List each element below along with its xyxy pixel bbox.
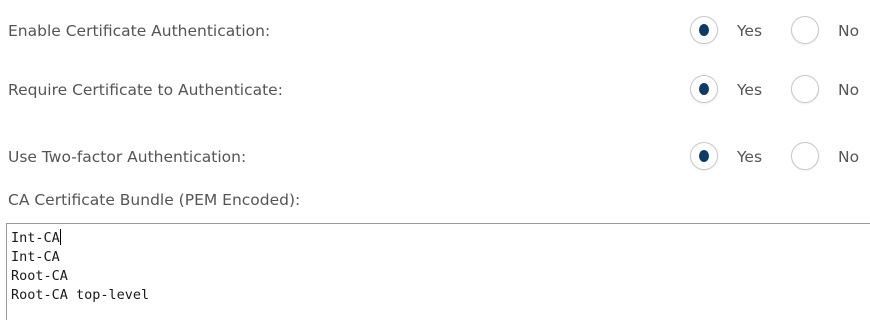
require-cert-no-radio[interactable]: [791, 75, 819, 103]
ca-bundle-label: CA Certificate Bundle (PEM Encoded):: [8, 191, 301, 209]
enable-cert-auth-no-label[interactable]: No: [838, 22, 859, 40]
ca-bundle-line-text: Int-CA: [11, 230, 60, 246]
require-cert-yes-label[interactable]: Yes: [737, 81, 762, 99]
radio-selected-dot: [699, 150, 709, 162]
enable-cert-auth-yes-radio[interactable]: [690, 16, 718, 44]
two-factor-no-label[interactable]: No: [838, 148, 859, 166]
two-factor-label: Use Two-factor Authentication:: [8, 148, 247, 166]
text-caret: [59, 229, 61, 245]
two-factor-yes-label[interactable]: Yes: [737, 148, 762, 166]
radio-selected-dot: [699, 83, 709, 95]
ca-bundle-line: Int-CA: [11, 229, 870, 248]
ca-bundle-textarea[interactable]: Int-CA Int-CA Root-CA Root-CA top-level: [6, 223, 870, 320]
require-cert-no-label[interactable]: No: [838, 81, 859, 99]
radio-selected-dot: [699, 24, 709, 36]
enable-cert-auth-no-radio[interactable]: [791, 16, 819, 44]
radio-circle: [791, 142, 819, 170]
radio-circle: [791, 75, 819, 103]
require-cert-label: Require Certificate to Authenticate:: [8, 81, 283, 99]
setting-row-two-factor: Use Two-factor Authentication: Yes No: [0, 140, 870, 174]
enable-cert-auth-yes-label[interactable]: Yes: [737, 22, 762, 40]
require-cert-yes-radio[interactable]: [690, 75, 718, 103]
ca-bundle-line: Root-CA: [11, 268, 68, 284]
two-factor-yes-radio[interactable]: [690, 142, 718, 170]
two-factor-no-radio[interactable]: [791, 142, 819, 170]
setting-row-require-cert: Require Certificate to Authenticate: Yes…: [0, 73, 870, 107]
ca-bundle-line: Int-CA: [11, 249, 60, 265]
ca-bundle-line: Root-CA top-level: [11, 287, 150, 303]
radio-circle: [791, 16, 819, 44]
setting-row-enable-cert-auth: Enable Certificate Authentication: Yes N…: [0, 14, 870, 48]
enable-cert-auth-label: Enable Certificate Authentication:: [8, 22, 271, 40]
